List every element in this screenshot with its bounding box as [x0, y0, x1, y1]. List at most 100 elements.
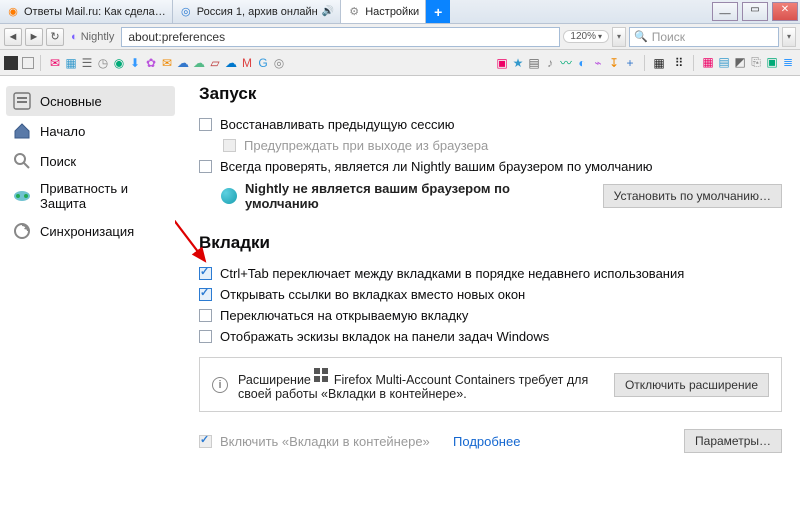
- toolbar-icon[interactable]: ☰: [79, 55, 95, 71]
- tab-label: Ответы Mail.ru: Как сдела…: [24, 6, 166, 18]
- default-browser-status-icon: [221, 188, 237, 204]
- search-icon: 🔍: [634, 30, 648, 43]
- toolbar-icon[interactable]: ★: [510, 55, 526, 71]
- new-tab-button[interactable]: +: [426, 0, 450, 23]
- tab-label: Настройки: [365, 6, 419, 18]
- home-icon: [12, 121, 32, 141]
- checkbox-restore-session[interactable]: [199, 118, 212, 131]
- tab-settings[interactable]: ⚙ Настройки: [341, 0, 426, 23]
- settings-sidebar: Основные Начало Поиск Приватность и Защи…: [0, 76, 175, 508]
- toolbar-icon[interactable]: +: [622, 55, 638, 71]
- window-controls: __ ▭ ✕: [710, 0, 800, 23]
- toolbar-icon[interactable]: ▦: [700, 54, 716, 70]
- label-taskbar-thumbnails: Отображать эскизы вкладок на панели зада…: [220, 329, 549, 344]
- toolbar-icon[interactable]: ▤: [526, 55, 542, 71]
- nav-back[interactable]: ◄: [4, 28, 22, 46]
- toolbar-icon[interactable]: ◎: [271, 55, 287, 71]
- toolbar-icon[interactable]: ⠿: [671, 55, 687, 71]
- label-container-tabs: Включить «Вкладки в контейнере»: [220, 434, 430, 449]
- toolbar-icon[interactable]: ▦: [651, 55, 667, 71]
- label-ctrl-tab: Ctrl+Tab переключает между вкладками в п…: [220, 266, 684, 281]
- tab-russia1[interactable]: ◎ Россия 1, архив онлайн 🔊: [173, 0, 341, 23]
- label-restore-session: Восстанавливать предыдущую сессию: [220, 117, 455, 132]
- toolbar-icon[interactable]: ▣: [764, 54, 780, 70]
- window-minimize[interactable]: __: [712, 2, 738, 21]
- sidebar-item-label: Основные: [40, 94, 102, 109]
- tab-label: Россия 1, архив онлайн: [197, 6, 318, 18]
- browser-tabstrip: ◉ Ответы Mail.ru: Как сдела… ◎ Россия 1,…: [0, 0, 800, 24]
- window-maximize[interactable]: ▭: [742, 2, 768, 21]
- toolbar-icon[interactable]: ▤: [716, 54, 732, 70]
- toolbar-icon[interactable]: ☁: [175, 55, 191, 71]
- extension-notice: i Расширение Firefox Multi-Account Conta…: [199, 357, 782, 412]
- toolbar-icon[interactable]: ◉: [111, 55, 127, 71]
- sidebar-item-label: Поиск: [40, 154, 76, 169]
- label-open-links-in-tabs: Открывать ссылки во вкладках вместо новы…: [220, 287, 525, 302]
- sidebar-item-home[interactable]: Начало: [6, 116, 175, 146]
- toolbar-icon[interactable]: ▣: [494, 55, 510, 71]
- sidebar-item-privacy[interactable]: Приватность и Защита: [6, 176, 175, 216]
- checkbox-warn-on-exit: [223, 139, 236, 152]
- sidebar-item-search[interactable]: Поиск: [6, 146, 175, 176]
- toolbar-icon[interactable]: ✿: [143, 55, 159, 71]
- checkbox-always-check-default[interactable]: [199, 160, 212, 173]
- general-icon: [12, 91, 32, 111]
- label-warn-on-exit: Предупреждать при выходе из браузера: [244, 138, 488, 153]
- window-close[interactable]: ✕: [772, 2, 798, 21]
- toolbar-icon[interactable]: ⎘: [748, 55, 764, 71]
- settings-content: Запуск Восстанавливать предыдущую сессию…: [175, 76, 800, 508]
- toolbar-icon[interactable]: [4, 56, 18, 70]
- sidebar-item-sync[interactable]: Синхронизация: [6, 216, 175, 246]
- checkbox-switch-to-tab[interactable]: [199, 309, 212, 322]
- sidebar-item-label: Приватность и Защита: [40, 181, 169, 211]
- toolbar-icon[interactable]: [22, 57, 34, 69]
- toolbar-icon[interactable]: ✉: [159, 55, 175, 71]
- toolbar-icon[interactable]: ♪: [542, 55, 558, 71]
- extension-icon: [314, 368, 330, 384]
- sidebar-item-label: Начало: [40, 124, 85, 139]
- search-dropdown[interactable]: ▾: [782, 27, 796, 47]
- info-icon: i: [212, 377, 228, 393]
- search-input[interactable]: 🔍 Поиск: [629, 27, 779, 47]
- privacy-icon: [12, 186, 32, 206]
- toolbar-icon[interactable]: ☁: [191, 55, 207, 71]
- navbar: ◄ ► ↻ ◐ Nightly about:preferences 120%▾ …: [0, 24, 800, 50]
- toolbar-icon[interactable]: ◩: [732, 54, 748, 70]
- section-title-tabs: Вкладки: [199, 233, 782, 253]
- toolbar-icon[interactable]: ☁: [223, 55, 239, 71]
- toolbar-icon[interactable]: ◐: [574, 55, 590, 71]
- toolbar-icon[interactable]: ⌁: [590, 55, 606, 71]
- toolbar-icon[interactable]: ◷: [95, 55, 111, 71]
- favicon-russia1: ◎: [179, 5, 193, 19]
- toolbar-icon[interactable]: ≣: [780, 54, 796, 70]
- zoom-indicator[interactable]: 120%▾: [563, 30, 609, 43]
- label-switch-to-tab: Переключаться на открываемую вкладку: [220, 308, 468, 323]
- section-title-startup: Запуск: [199, 84, 782, 104]
- learn-more-link[interactable]: Подробнее: [453, 434, 520, 449]
- toolbar-icon[interactable]: ▱: [207, 55, 223, 71]
- toolbar-icon[interactable]: ⬇: [127, 55, 143, 71]
- toolbar-icon[interactable]: G: [255, 55, 271, 71]
- toolbar-icon[interactable]: ✉: [47, 55, 63, 71]
- url-input[interactable]: about:preferences: [121, 27, 560, 47]
- nav-reload[interactable]: ↻: [46, 28, 64, 46]
- favicon-settings: ⚙: [347, 5, 361, 19]
- checkbox-open-links-in-tabs[interactable]: [199, 288, 212, 301]
- container-params-button[interactable]: Параметры…: [684, 429, 782, 453]
- sidebar-item-label: Синхронизация: [40, 224, 134, 239]
- sidebar-item-general[interactable]: Основные: [6, 86, 175, 116]
- url-dropdown[interactable]: ▾: [612, 27, 626, 47]
- checkbox-taskbar-thumbnails[interactable]: [199, 330, 212, 343]
- toolbar-icon[interactable]: ↧: [606, 55, 622, 71]
- toolbar-icon[interactable]: ▦: [63, 55, 79, 71]
- sync-icon: [12, 221, 32, 241]
- set-default-button[interactable]: Установить по умолчанию…: [603, 184, 782, 208]
- tab-mailru[interactable]: ◉ Ответы Mail.ru: Как сдела…: [0, 0, 173, 23]
- toolbar-icon[interactable]: M: [239, 55, 255, 71]
- site-identity[interactable]: ◐ Nightly: [67, 31, 118, 43]
- nav-forward[interactable]: ►: [25, 28, 43, 46]
- disable-extension-button[interactable]: Отключить расширение: [614, 373, 769, 397]
- checkbox-ctrl-tab[interactable]: [199, 267, 212, 280]
- toolbar-icon[interactable]: 〰: [558, 54, 574, 70]
- sound-icon[interactable]: 🔊: [322, 6, 334, 17]
